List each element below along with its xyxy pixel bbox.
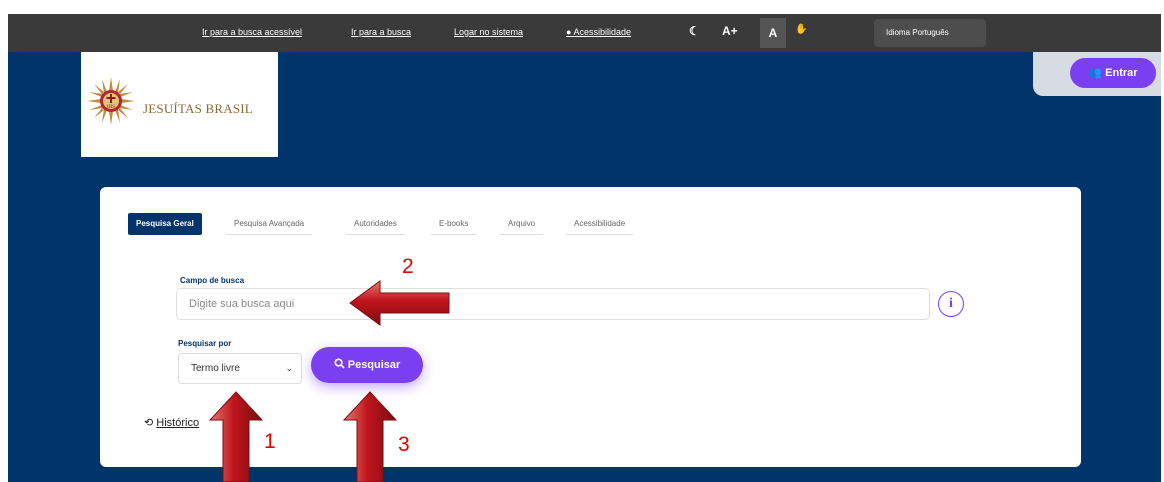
search-icon [334,358,345,369]
font-increase-button[interactable]: A+ [722,24,738,38]
search-field-label: Campo de busca [180,276,245,285]
search-by-value: Termo livre [191,363,240,374]
accessibility-bar: Ir para a busca acessível Ir para a busc… [8,14,1161,52]
search-by-label: Pesquisar por [178,339,232,348]
brand-name: JESUÍTAS BRASIL [143,101,253,116]
search-card: Pesquisa Geral Pesquisa Avançada Autorid… [100,187,1081,467]
moon-icon[interactable]: ☾ [689,24,700,38]
skip-to-search-link[interactable]: Ir para a busca [351,27,411,37]
search-button-label: Pesquisar [347,359,401,371]
login-link[interactable]: Logar no sistema [454,27,523,37]
tab-authorities[interactable]: Autoridades [346,213,405,235]
tab-accessibility[interactable]: Acessibilidade [566,213,634,235]
users-icon: 👥 [1088,67,1103,79]
jesuit-seal-icon: IHS [87,77,135,125]
site-logo[interactable]: IHS JESUÍTAS BRASIL [81,52,278,157]
annotation-marker-1: 1 [264,430,276,453]
info-circle-icon[interactable]: i [938,291,964,317]
history-label: Histórico [156,417,200,429]
svg-text:IHS: IHS [107,105,115,110]
info-small-icon: ● [566,27,572,37]
tab-advanced-search[interactable]: Pesquisa Avançada [226,213,313,235]
accessibility-link[interactable]: ● Acessibilidade [566,27,631,37]
search-by-select[interactable]: Termo livre ⌄ [178,353,302,384]
annotation-marker-3: 3 [398,433,410,456]
font-reset-button[interactable]: A [760,18,786,48]
tab-general-search[interactable]: Pesquisa Geral [128,213,202,235]
tab-ebooks[interactable]: E-books [431,213,477,235]
annotation-marker-2: 2 [402,255,414,278]
language-selector[interactable]: Idioma Português [874,19,986,47]
search-input[interactable] [176,288,930,320]
tab-archive[interactable]: Arquivo [500,213,544,235]
login-panel: 👥 Entrar [1033,52,1161,96]
history-icon: ⟲ [144,417,154,429]
history-link[interactable]: ⟲ Histórico [144,416,199,429]
accessibility-link-label: Acessibilidade [573,27,631,37]
search-button[interactable]: Pesquisar [311,347,423,383]
hand-icon[interactable]: ✋ [795,24,807,35]
login-button[interactable]: 👥 Entrar [1070,58,1156,88]
browser-viewport: Ir para a busca acessível Ir para a busc… [8,14,1161,482]
skip-to-accessible-search-link[interactable]: Ir para a busca acessível [202,27,302,37]
chevron-down-icon: ⌄ [285,363,293,373]
login-button-label: Entrar [1105,67,1138,79]
